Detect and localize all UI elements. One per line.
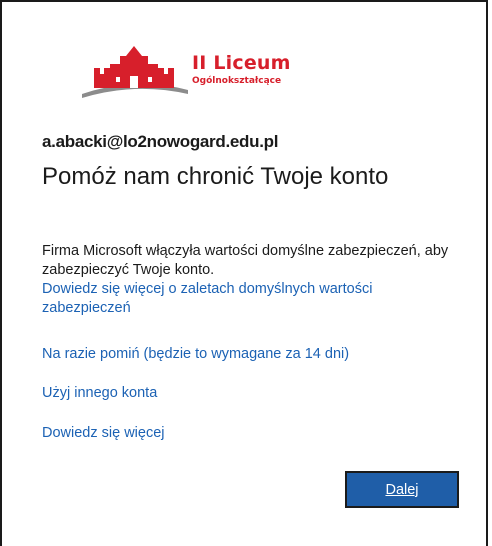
skip-for-now-link[interactable]: Na razie pomiń (będzie to wymagane za 14… [42,346,349,362]
page-title: Pomóż nam chronić Twoje konto [42,163,389,190]
account-email: a.abacki@lo2nowogard.edu.pl [42,132,279,151]
castle-logo-icon [82,46,188,98]
next-button-label: Dalej [385,481,419,498]
next-button[interactable]: Dalej [345,471,459,508]
learn-more-link[interactable]: Dowiedz się więcej [42,425,165,441]
description-text: Firma Microsoft włączyła wartości domyśl… [42,243,449,278]
sign-in-dialog: II Liceum Ogólnokształcące a.abacki@lo2n… [0,0,488,546]
use-another-account-link[interactable]: Użyj innego konta [42,385,157,401]
logo-name: II Liceum [192,52,291,74]
school-logo: II Liceum Ogólnokształcące [80,46,290,102]
learn-about-defaults-link[interactable]: Dowiedz się więcej o zaletach domyślnych… [42,281,372,316]
logo-subtitle: Ogólnokształcące [192,76,282,86]
